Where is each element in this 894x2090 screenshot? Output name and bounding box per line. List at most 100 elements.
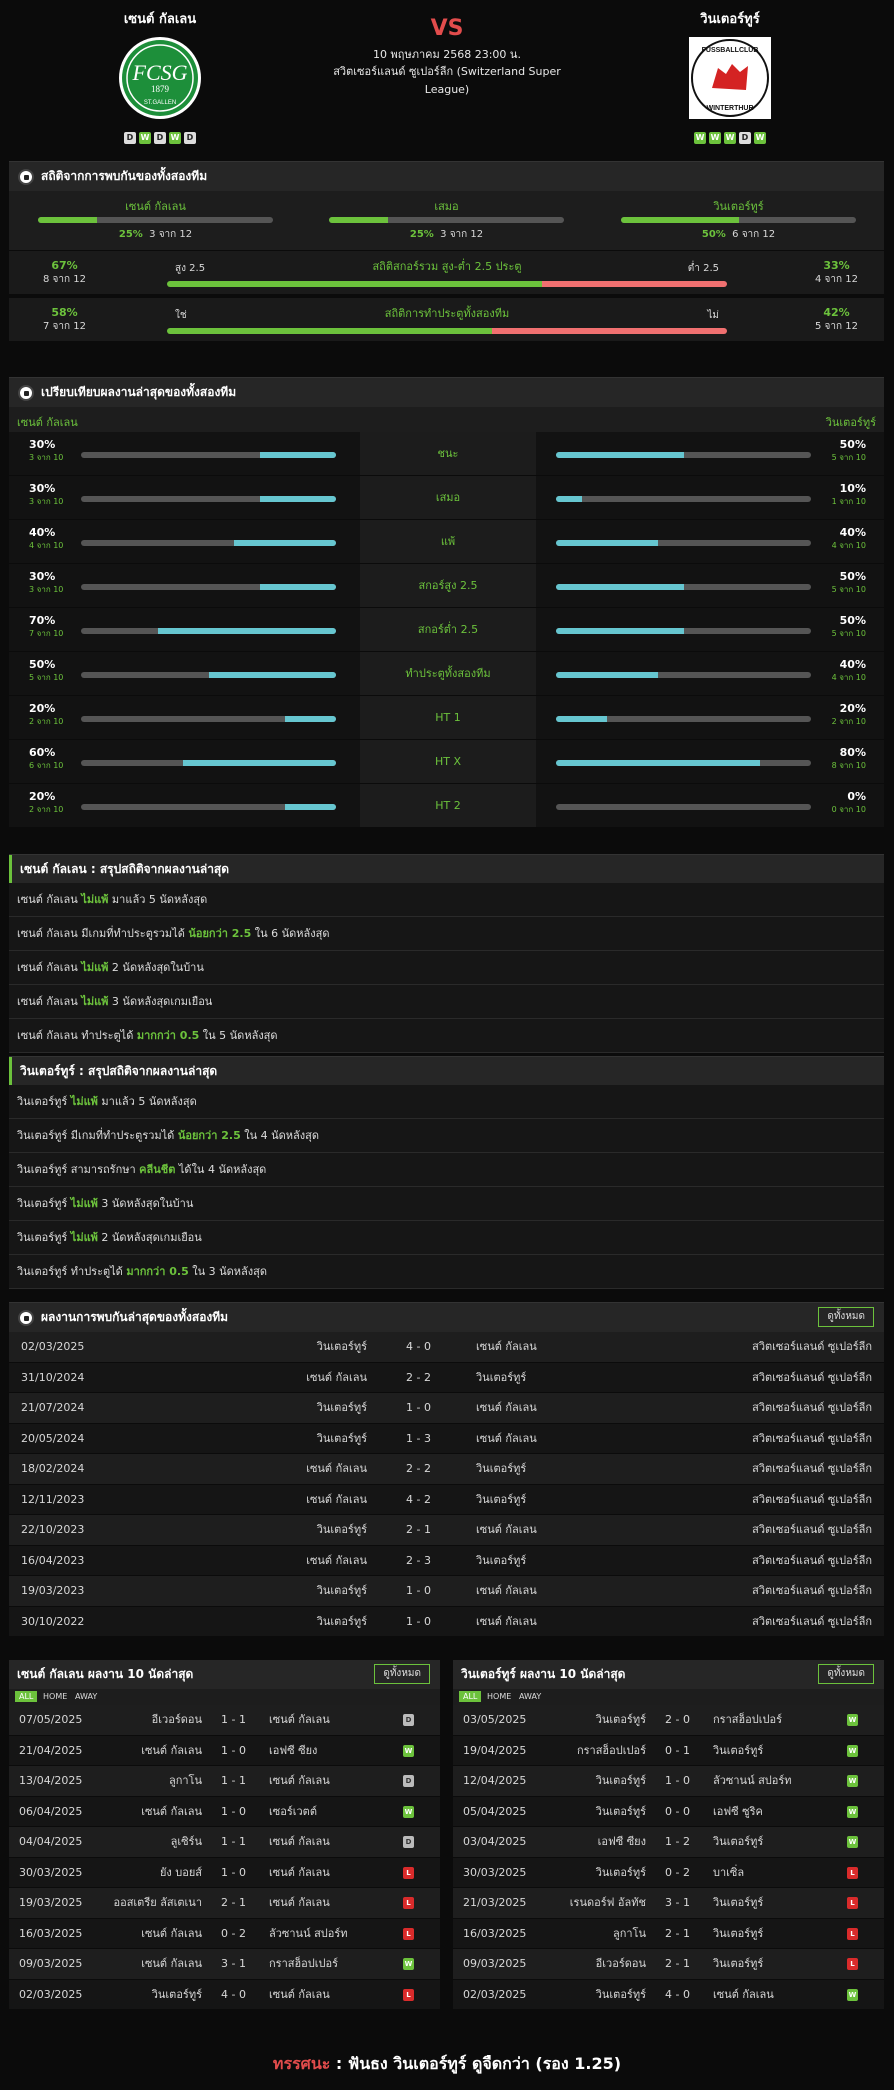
compare-left-fill	[285, 804, 336, 810]
tab-home[interactable]: HOME	[483, 1691, 515, 1702]
tab-all[interactable]: ALL	[15, 1691, 38, 1702]
verdict-text: ฟันธง วินเตอร์ทูร์ ดูจืดกว่า (รอง 1.25)	[347, 2054, 622, 2073]
table-row[interactable]: 05/04/2025 วินเตอร์ทูร์ 0 - 0 เอฟซี ซูริค W	[453, 1796, 884, 1827]
table-row[interactable]: 16/03/2025 เซนต์ กัลเลน 0 - 2 ลัวซานน์ สปอร…	[9, 1918, 440, 1949]
compare-right-pct: 10%	[839, 482, 866, 495]
result-badge: L	[403, 1988, 414, 2001]
league-name: สวิตเซอร์แลนด์ ซูเปอร์ลีก	[752, 1584, 872, 1597]
compare-right-sub: 8 จาก 10	[831, 761, 866, 770]
table-row[interactable]: 19/03/2025 ออสเตรีย ลัสเตเนา 2 - 1 เซนต์ กั…	[9, 1888, 440, 1919]
summary-text: เซนต์ กัลเลน	[17, 995, 82, 1008]
result-badge: L	[403, 1897, 414, 1909]
summary-row: วินเตอร์ทูร์ ไม่แพ้ มาแล้ว 5 นัดหลังสุด	[9, 1085, 884, 1119]
compare-right-bar	[556, 804, 811, 810]
table-row[interactable]: 07/05/2025 อีเวอร์ดอน 1 - 1 เซนต์ กัลเลน D	[9, 1705, 440, 1736]
table-row[interactable]: 22/10/2023 วินเตอร์ทูร์ 2 - 1 เซนต์ กัลเลน ส…	[9, 1515, 884, 1546]
home-team-logo: FCSG 1879 ST.GALLEN	[118, 36, 202, 120]
compare-right-value: 40% 4 จาก 10	[832, 527, 866, 552]
table-row[interactable]: 21/04/2025 เซนต์ กัลเลน 1 - 0 เอฟซี ซียง W	[9, 1735, 440, 1766]
table-row[interactable]: 02/03/2025 วินเตอร์ทูร์ 4 - 0 เซนต์ กัลเลน ส…	[9, 1332, 884, 1363]
ou-left-pct: 67%	[51, 259, 78, 272]
table-row[interactable]: 21/07/2024 วินเตอร์ทูร์ 1 - 0 เซนต์ กัลเลน ส…	[9, 1393, 884, 1424]
away-team: บาเซิ่ล	[713, 1865, 745, 1879]
result-badge: D	[403, 1836, 414, 1848]
compare-right-fill	[556, 716, 607, 722]
match-date: 07/05/2025	[19, 1713, 83, 1726]
table-row[interactable]: 13/04/2025 ลูกาโน 1 - 1 เซนต์ กัลเลน D	[9, 1766, 440, 1797]
match-score: 2 - 2	[406, 1370, 431, 1384]
compare-left-pct: 30%	[29, 570, 56, 583]
table-row[interactable]: 09/03/2025 อีเวอร์ดอน 2 - 1 วินเตอร์ทูร์ L	[453, 1949, 884, 1980]
table-row[interactable]: 06/04/2025 เซนต์ กัลเลน 1 - 0 เซอร์เวตต์ W	[9, 1796, 440, 1827]
compare-right-sub: 2 จาก 10	[831, 717, 866, 726]
table-row[interactable]: 02/03/2025 วินเตอร์ทูร์ 4 - 0 เซนต์ กัลเลน W	[453, 1979, 884, 2010]
table-row[interactable]: 18/02/2024 เซนต์ กัลเลน 2 - 2 วินเตอร์ทูร์ ส…	[9, 1454, 884, 1485]
compare-right-bar	[556, 672, 811, 678]
compare-right-pct: 40%	[839, 658, 866, 671]
home-team: เซนต์ กัลเลน	[306, 1492, 367, 1506]
match-date: 12/04/2025	[463, 1774, 527, 1787]
result-badge: D	[403, 1714, 414, 1726]
home-last10-header: เซนต์ กัลเลน ผลงาน 10 นัดล่าสุด ดูทั้งหมด	[9, 1660, 440, 1689]
table-row[interactable]: 19/04/2025 กราสฮ็อปเปอร์ 0 - 1 วินเตอร์ทูร์…	[453, 1735, 884, 1766]
away-last10-section: วินเตอร์ทูร์ ผลงาน 10 นัดล่าสุด ดูทั้งหมด…	[453, 1660, 884, 2010]
home-team: วินเตอร์ทูร์	[316, 1340, 367, 1353]
table-row[interactable]: 09/03/2025 เซนต์ กัลเลน 3 - 1 กราสฮ็อปเปอร์…	[9, 1949, 440, 1980]
away-summary-title: วินเตอร์ทูร์ : สรุปสถิติจากผลงานล่าสุด	[9, 1057, 884, 1085]
h2h-stats-section: สถิติจากการพบกันของทั้งสองทีม เซนต์ กัลเ…	[9, 161, 884, 345]
match-date: 09/03/2025	[463, 1957, 527, 1970]
match-date: 30/10/2022	[21, 1614, 85, 1628]
compare-left-pct: 30%	[29, 438, 56, 451]
compare-left-bar	[81, 628, 336, 634]
table-row[interactable]: 03/05/2025 วินเตอร์ทูร์ 2 - 0 กราสฮ็อปเปอร์…	[453, 1705, 884, 1736]
compare-row: 20% 2 จาก 10 HT 2 0% 0 จาก 10	[9, 784, 884, 828]
table-row[interactable]: 31/10/2024 เซนต์ กัลเลน 2 - 2 วินเตอร์ทูร์ ส…	[9, 1362, 884, 1393]
tab-away[interactable]: AWAY	[71, 1691, 101, 1702]
summary-text: วินเตอร์ทูร์	[17, 1197, 71, 1210]
home-last10-tabs: ALL HOME AWAY	[9, 1689, 440, 1705]
away-logo-bottom: WINTERTHUR	[706, 105, 753, 112]
compare-right-bar	[556, 628, 811, 634]
compare-right-pct: 20%	[839, 702, 866, 715]
table-row[interactable]: 12/11/2023 เซนต์ กัลเลน 4 - 2 วินเตอร์ทูร์ ส…	[9, 1484, 884, 1515]
table-row[interactable]: 19/03/2023 วินเตอร์ทูร์ 1 - 0 เซนต์ กัลเลน ส…	[9, 1576, 884, 1607]
compare-left-sub: 3 จาก 10	[29, 497, 64, 506]
compare-right-fill	[556, 628, 684, 634]
h2h-matches-header: ผลงานการพบกันล่าสุดของทั้งสองทีม ดูทั้งหม…	[9, 1303, 884, 1332]
summary-row: วินเตอร์ทูร์ สามารถรักษา คลีนชีต ได้ใน 4…	[9, 1153, 884, 1187]
home-team: เซนต์ กัลเลน	[306, 1370, 367, 1384]
compare-team-names: เซนต์ กัลเลน วินเตอร์ทูร์	[9, 407, 884, 432]
compare-right-value: 0% 0 จาก 10	[832, 791, 866, 816]
match-date: 18/02/2024	[21, 1462, 85, 1475]
away-team[interactable]: วินเตอร์ทูร์ FUSSBALLCLUB WINTERTHUR WWW…	[650, 10, 810, 144]
view-all-button[interactable]: ดูทั้งหมด	[818, 1307, 874, 1327]
table-row[interactable]: 20/05/2024 วินเตอร์ทูร์ 1 - 3 เซนต์ กัลเลน ส…	[9, 1423, 884, 1454]
view-all-button[interactable]: ดูทั้งหมด	[818, 1664, 874, 1684]
table-row[interactable]: 30/03/2025 ยัง บอยส์ 1 - 0 เซนต์ กัลเลน L	[9, 1857, 440, 1888]
tab-all[interactable]: ALL	[459, 1691, 482, 1702]
table-row[interactable]: 12/04/2025 วินเตอร์ทูร์ 1 - 0 ลัวซานน์ สปอร…	[453, 1766, 884, 1797]
match-score: 1 - 0	[221, 1804, 246, 1818]
tab-home[interactable]: HOME	[39, 1691, 71, 1702]
table-row[interactable]: 30/03/2025 วินเตอร์ทูร์ 0 - 2 บาเซิ่ล L	[453, 1857, 884, 1888]
view-all-button[interactable]: ดูทั้งหมด	[374, 1664, 430, 1684]
table-row[interactable]: 04/04/2025 ลูเซิร์น 1 - 1 เซนต์ กัลเลน D	[9, 1827, 440, 1858]
table-row[interactable]: 16/03/2025 ลูกาโน 2 - 1 วินเตอร์ทูร์ L	[453, 1918, 884, 1949]
table-row[interactable]: 02/03/2025 วินเตอร์ทูร์ 4 - 0 เซนต์ กัลเลน L	[9, 1979, 440, 2010]
league-name[interactable]: สวิตเซอร์แลนด์ ซูเปอร์ลีก (Switzerland S…	[330, 63, 564, 99]
match-date: 19/04/2025	[463, 1743, 527, 1757]
compare-right-fill	[556, 672, 658, 678]
table-row[interactable]: 03/04/2025 เอฟซี ซียง 1 - 2 วินเตอร์ทูร์ W	[453, 1827, 884, 1858]
h2h-col-label: เซนต์ กัลเลน	[125, 200, 186, 213]
tab-away[interactable]: AWAY	[515, 1691, 545, 1702]
form-badge: D	[154, 132, 166, 144]
match-score: 0 - 1	[665, 1743, 690, 1757]
table-row[interactable]: 30/10/2022 วินเตอร์ทูร์ 1 - 0 เซนต์ กัลเลน ส…	[9, 1606, 884, 1637]
match-date: 16/03/2025	[463, 1926, 527, 1940]
table-row[interactable]: 21/03/2025 เรนดอร์ฟ อัลทัช 3 - 1 วินเตอร์ทู…	[453, 1888, 884, 1919]
table-row[interactable]: 16/04/2023 เซนต์ กัลเลน 2 - 3 วินเตอร์ทูร์ ส…	[9, 1545, 884, 1576]
summary-row: วินเตอร์ทูร์ ไม่แพ้ 2 นัดหลังสุดเกมเยือน	[9, 1221, 884, 1255]
home-team: วินเตอร์ทูร์	[316, 1523, 367, 1536]
form-badge: W	[754, 132, 766, 144]
home-team[interactable]: เซนต์ กัลเลน FCSG 1879 ST.GALLEN DWDWD	[80, 10, 240, 144]
